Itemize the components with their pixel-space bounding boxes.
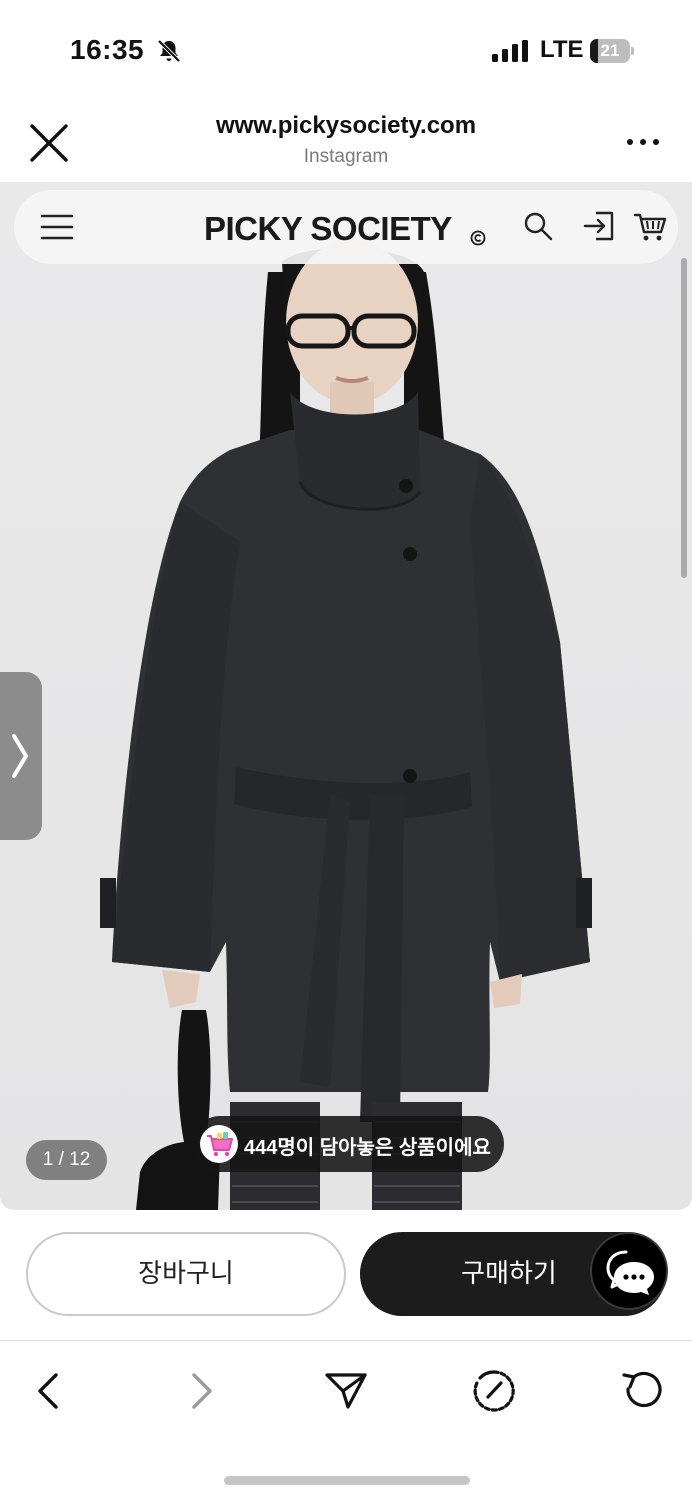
side-drawer-tab[interactable] bbox=[0, 672, 42, 840]
site-navigation-bar: PICKY SOCIETY bbox=[14, 190, 678, 264]
buy-now-label: 구매하기 bbox=[461, 1259, 557, 1289]
login-icon[interactable] bbox=[582, 208, 618, 244]
copyright-icon bbox=[470, 230, 486, 246]
hamburger-menu-icon[interactable] bbox=[40, 212, 74, 242]
chat-button[interactable] bbox=[590, 1232, 668, 1310]
status-bar: 16:35 LTE 21 bbox=[0, 0, 692, 100]
network-type: LTE bbox=[540, 36, 584, 63]
popular-product-badge: 444명이 담아놓은 상품이에요 bbox=[192, 1116, 504, 1172]
share-send-icon[interactable] bbox=[322, 1367, 370, 1415]
status-time: 16:35 bbox=[70, 34, 145, 65]
reload-icon[interactable] bbox=[618, 1367, 666, 1415]
image-page-counter: 1 / 12 bbox=[26, 1140, 107, 1180]
home-indicator[interactable] bbox=[224, 1476, 470, 1485]
pink-cart-icon bbox=[200, 1125, 238, 1163]
chat-bubble-icon bbox=[606, 1250, 654, 1295]
purchase-bar: 장바구니 구매하기 bbox=[0, 1210, 692, 1340]
scrollbar[interactable] bbox=[681, 258, 687, 578]
popular-text: 444명이 담아놓은 상품이에요 bbox=[244, 1137, 491, 1159]
battery-icon: 21 bbox=[590, 39, 634, 63]
browser-source: Instagram bbox=[303, 146, 389, 167]
add-to-cart-button[interactable]: 장바구니 bbox=[26, 1232, 346, 1316]
in-app-browser-header: www.pickysociety.com Instagram bbox=[0, 100, 692, 182]
more-options-icon[interactable] bbox=[626, 136, 660, 148]
site-logo[interactable]: PICKY SOCIETY bbox=[204, 210, 452, 248]
signal-bars-icon bbox=[492, 40, 528, 62]
battery-level: 21 bbox=[600, 41, 620, 60]
speed-gauge-icon[interactable] bbox=[470, 1367, 518, 1415]
browser-toolbar bbox=[0, 1341, 692, 1441]
forward-icon[interactable] bbox=[176, 1367, 224, 1415]
model-coat-illustration bbox=[0, 182, 692, 1210]
chevron-right-icon bbox=[12, 734, 28, 778]
search-icon[interactable] bbox=[522, 210, 554, 242]
shopping-cart-icon[interactable] bbox=[632, 208, 668, 244]
page-url: www.pickysociety.com bbox=[215, 112, 477, 139]
silent-bell-icon bbox=[157, 39, 181, 63]
webview: PICKY SOCIETY 1 / 12 444명이 담아놓은 상품이에요 장바… bbox=[0, 182, 692, 1340]
back-icon[interactable] bbox=[26, 1367, 74, 1415]
product-image[interactable]: PICKY SOCIETY 1 / 12 444명이 담아놓은 상품이에요 bbox=[0, 182, 692, 1210]
